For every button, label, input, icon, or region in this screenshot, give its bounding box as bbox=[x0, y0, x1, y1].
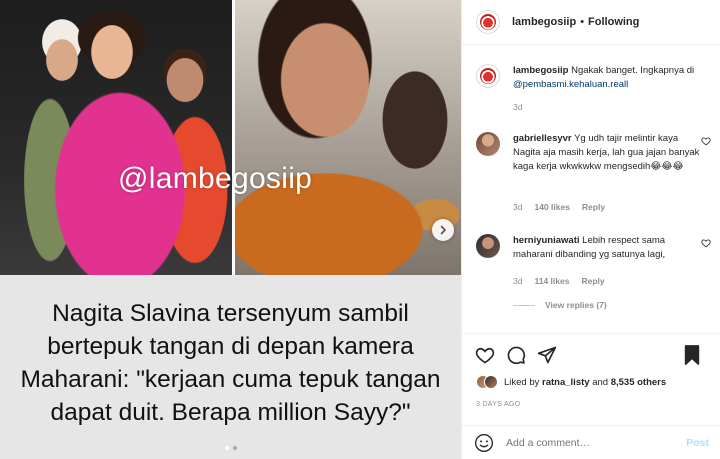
comment-username[interactable]: lambegosiip bbox=[513, 65, 568, 76]
caption-line: Nagita Slavina tersenyum sambil bbox=[52, 300, 409, 327]
brand-logo-icon bbox=[480, 68, 496, 84]
carousel-next-button[interactable] bbox=[432, 219, 454, 241]
comment-body: herniyuniawati Lebih respect sama mahara… bbox=[513, 234, 701, 262]
view-replies-label[interactable]: View replies (7) bbox=[545, 300, 607, 310]
heart-icon[interactable] bbox=[701, 238, 711, 248]
caption-comment: lambegosiip Ngakak banget. Ingkapnya di … bbox=[476, 64, 711, 119]
post-button[interactable]: Post bbox=[686, 437, 709, 449]
header-username[interactable]: lambegosiip bbox=[512, 16, 576, 28]
likes-text: Liked by ratna_listy and 8,535 others bbox=[504, 377, 666, 388]
avatar bbox=[484, 375, 498, 389]
comment-button[interactable] bbox=[505, 344, 527, 366]
comment-username[interactable]: gabriellesyvr bbox=[513, 133, 572, 144]
comment-body: gabriellesyvr Yg udh tajir melintir kaya… bbox=[513, 132, 701, 174]
comment-item: gabriellesyvr Yg udh tajir melintir kaya… bbox=[476, 132, 711, 212]
comments-list: lambegosiip Ngakak banget. Ingkapnya di … bbox=[462, 46, 720, 332]
comment-body: lambegosiip Ngakak banget. Ingkapnya di … bbox=[513, 64, 701, 92]
comment-likes[interactable]: 140 likes bbox=[534, 202, 569, 212]
post-header: lambegosiip • Following bbox=[462, 0, 720, 45]
post-panel: lambegosiip • Following lambegosiip Ngak… bbox=[461, 0, 720, 459]
reply-button[interactable]: Reply bbox=[582, 202, 605, 212]
add-comment-bar: Post bbox=[462, 425, 720, 459]
reply-button[interactable]: Reply bbox=[581, 276, 604, 286]
comment-meta: 3d bbox=[513, 102, 522, 112]
brand-logo-icon bbox=[480, 14, 496, 30]
like-button[interactable] bbox=[474, 344, 496, 366]
caption-text: Nagita Slavina tersenyum sambil bertepuk… bbox=[0, 297, 461, 429]
carousel-indicator bbox=[0, 446, 461, 450]
photo-right bbox=[235, 0, 461, 275]
likes-count[interactable]: 8,535 others bbox=[611, 377, 666, 388]
heart-icon bbox=[475, 347, 495, 364]
mention-link[interactable]: @pembasmi.kehaluan.reall bbox=[513, 79, 628, 90]
chevron-right-icon bbox=[440, 225, 446, 235]
caption-area: Nagita Slavina tersenyum sambil bertepuk… bbox=[0, 275, 461, 459]
likes-summary: Liked by ratna_listy and 8,535 others bbox=[476, 375, 666, 389]
comment-time[interactable]: 3d bbox=[513, 276, 522, 286]
comment-time[interactable]: 3d bbox=[513, 102, 522, 112]
comment-text: Ngakak banget. Ingkapnya di bbox=[568, 65, 695, 76]
comment-bubble-icon bbox=[507, 346, 526, 365]
post-date[interactable]: 3 DAYS AGO bbox=[476, 401, 521, 408]
bookmark-icon bbox=[684, 345, 700, 365]
view-replies-button[interactable]: View replies (7) bbox=[513, 300, 607, 310]
comment-meta: 3d 140 likes Reply bbox=[513, 202, 605, 212]
avatar[interactable] bbox=[476, 64, 500, 88]
action-icons bbox=[474, 344, 712, 366]
comment-input[interactable] bbox=[506, 436, 676, 449]
watermark: @lambegosiip bbox=[118, 162, 313, 195]
likes-prefix: Liked by bbox=[504, 376, 543, 388]
avatar[interactable] bbox=[476, 10, 500, 34]
caption-line: Maharani: "kerjaan cuma tepuk tangan bbox=[20, 366, 441, 393]
save-button[interactable] bbox=[681, 344, 703, 366]
following-button[interactable]: Following bbox=[588, 16, 639, 28]
post-media: @lambegosiip Nagita Slavina tersenyum sa… bbox=[0, 0, 461, 459]
liked-by-user[interactable]: ratna_listy bbox=[542, 377, 590, 388]
carousel-dot bbox=[232, 446, 237, 450]
comment-username[interactable]: herniyuniawati bbox=[513, 235, 580, 246]
photo-left bbox=[0, 0, 232, 275]
comment-meta: 3d 114 likes Reply bbox=[513, 276, 605, 286]
carousel-dot-active bbox=[224, 446, 229, 450]
emoji-icon[interactable] bbox=[474, 433, 494, 453]
caption-line: bertepuk tangan di depan kamera bbox=[47, 333, 414, 360]
share-button[interactable] bbox=[536, 344, 558, 366]
comment-item: herniyuniawati Lebih respect sama mahara… bbox=[476, 234, 711, 324]
comment-time[interactable]: 3d bbox=[513, 202, 522, 212]
likes-middle: and bbox=[589, 376, 611, 388]
heart-icon[interactable] bbox=[701, 136, 711, 146]
header-separator: • bbox=[580, 16, 585, 28]
caption-line: dapat duit. Berapa million Sayy?" bbox=[50, 399, 411, 426]
actions-bar: Liked by ratna_listy and 8,535 others 3 … bbox=[462, 333, 720, 429]
avatar[interactable] bbox=[476, 132, 500, 156]
comment-likes[interactable]: 114 likes bbox=[534, 276, 569, 286]
avatar[interactable] bbox=[476, 234, 500, 258]
view-replies-line bbox=[513, 304, 535, 306]
paper-plane-icon bbox=[537, 346, 557, 364]
